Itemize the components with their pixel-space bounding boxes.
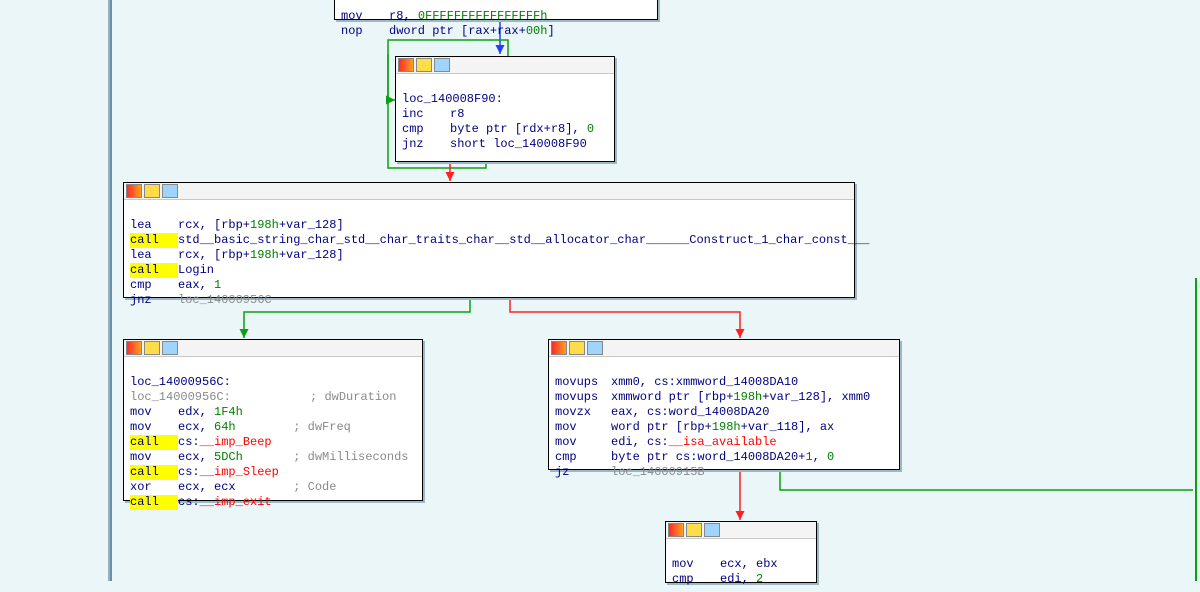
edit-icon[interactable] [144,184,160,198]
graph-color-icon[interactable] [551,341,567,355]
graph-color-icon[interactable] [668,523,684,537]
edit-icon[interactable] [144,341,160,355]
bb-titlebar [124,183,854,200]
bb-right[interactable]: movupsxmm0, cs:xmmword_14008DA10 movupsx… [548,339,900,470]
bb-loop[interactable]: loc_140008F90: incr8 cmpbyte ptr [rdx+r8… [395,56,615,162]
code-block: movr8, 0FFFFFFFFFFFFFFFFh nopdword ptr [… [335,0,657,44]
bb-construct[interactable]: learcx, [rbp+198h+var_128] callstd__basi… [123,182,855,298]
graph-color-icon[interactable] [126,184,142,198]
edit-icon[interactable] [686,523,702,537]
code-block: loc_14000956C: loc_14000956C: ; dwDurati… [124,357,422,515]
code-block: learcx, [rbp+198h+var_128] callstd__basi… [124,200,854,313]
bb-titlebar [396,57,614,74]
bb-left[interactable]: loc_14000956C: loc_14000956C: ; dwDurati… [123,339,423,501]
record-icon[interactable] [704,523,720,537]
bb-bottom[interactable]: movecx, ebx cmpedi, 2 [665,521,817,583]
bb-titlebar [549,340,899,357]
record-icon[interactable] [162,184,178,198]
graph-color-icon[interactable] [126,341,142,355]
code-block: loc_140008F90: incr8 cmpbyte ptr [rdx+r8… [396,74,614,157]
offscreen-edge [1195,278,1197,581]
graph-color-icon[interactable] [398,58,414,72]
edit-icon[interactable] [416,58,432,72]
bb-top[interactable]: movr8, 0FFFFFFFFFFFFFFFFh nopdword ptr [… [334,0,658,20]
record-icon[interactable] [587,341,603,355]
edit-icon[interactable] [569,341,585,355]
bb-titlebar [666,522,816,539]
record-icon[interactable] [434,58,450,72]
code-block: movupsxmm0, cs:xmmword_14008DA10 movupsx… [549,357,899,485]
code-block: movecx, ebx cmpedi, 2 [666,539,816,592]
bb-titlebar [124,340,422,357]
record-icon[interactable] [162,341,178,355]
